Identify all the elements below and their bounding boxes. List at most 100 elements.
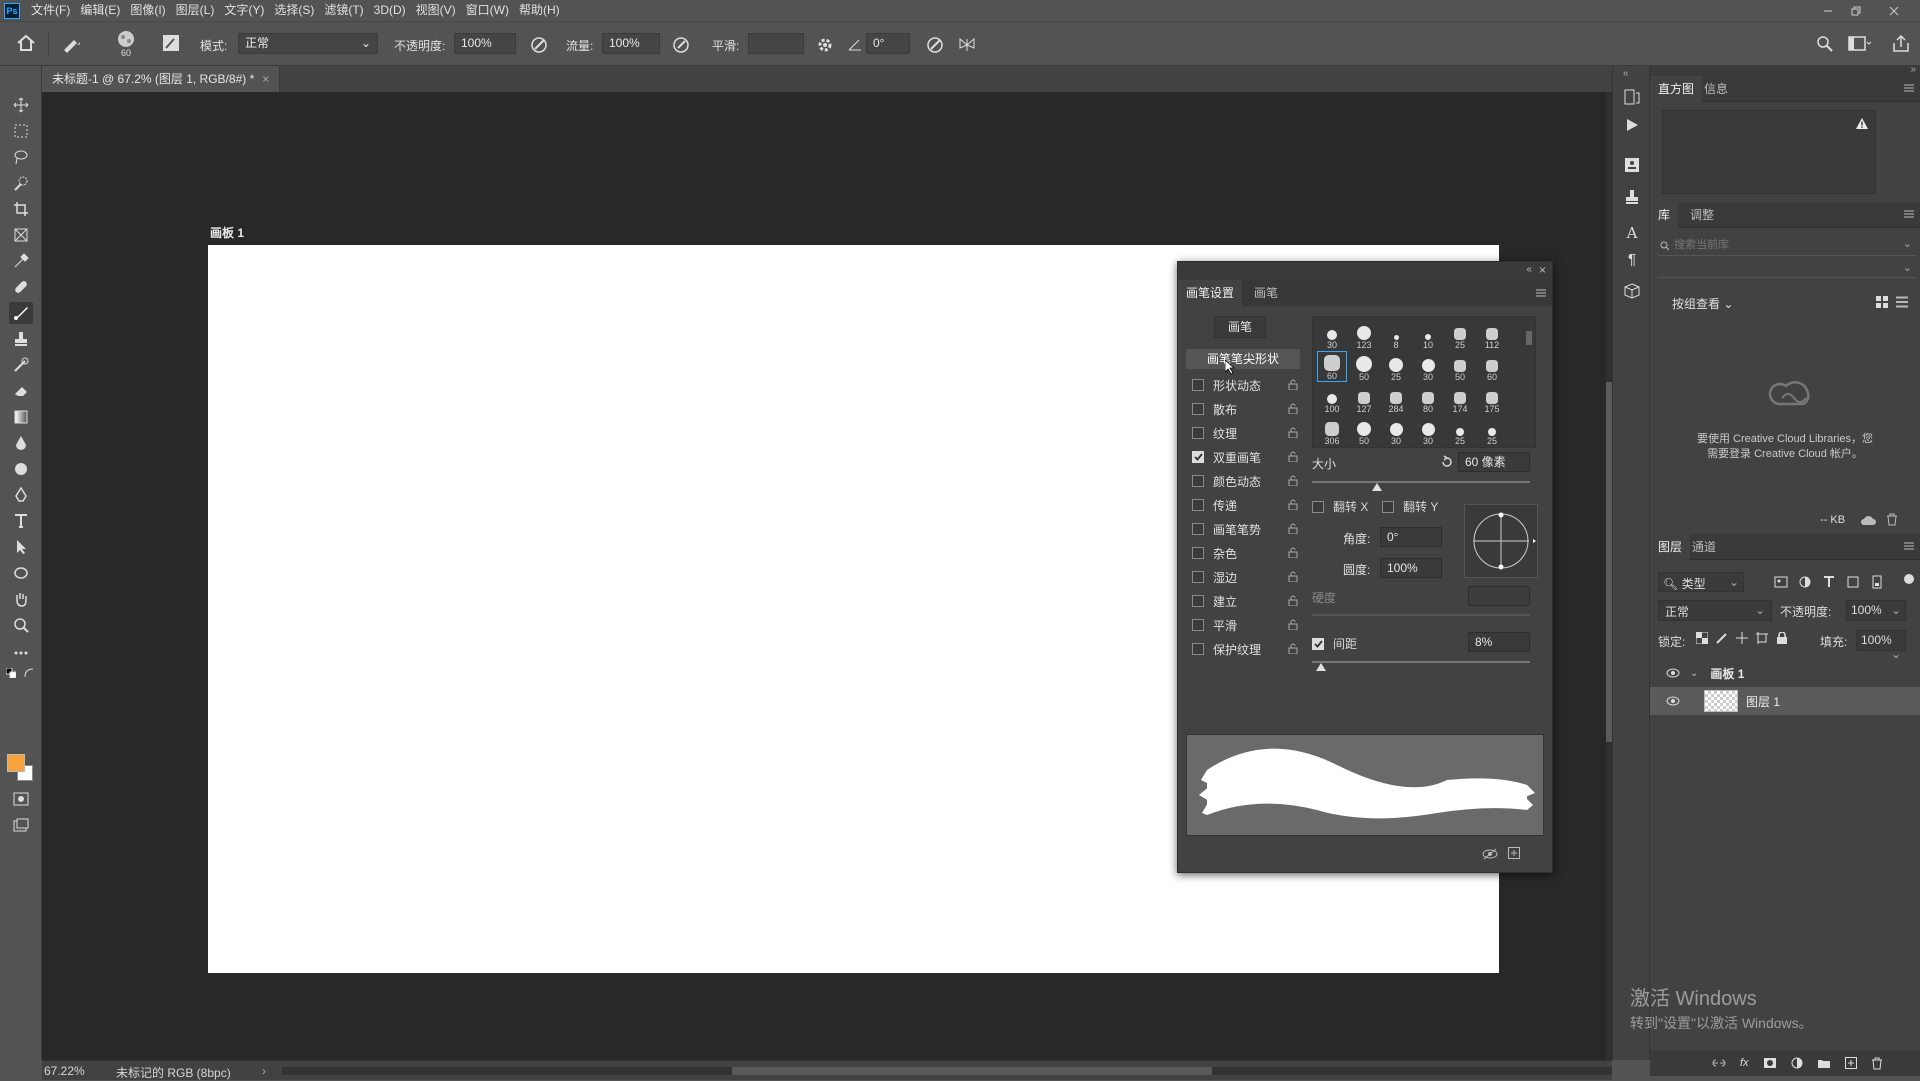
lock-icon[interactable] [1288, 619, 1298, 630]
filter-toggle-icon[interactable] [1904, 574, 1914, 584]
panel-titlebar[interactable]: « × [1178, 262, 1552, 280]
menu-item[interactable]: 文件(F) [26, 0, 75, 21]
collapse-icon[interactable]: « [1526, 264, 1532, 275]
brush-tool-icon[interactable] [9, 302, 33, 324]
blur-tool-icon[interactable] [9, 432, 33, 454]
brush-option-5[interactable]: 传递 [1192, 495, 1237, 515]
tab-libraries[interactable]: 库 [1650, 202, 1679, 228]
link-layers-icon[interactable] [1712, 1058, 1726, 1068]
menu-item[interactable]: 图层(L) [171, 0, 220, 21]
checkbox[interactable] [1192, 619, 1204, 631]
brush-tip-shape-item[interactable]: 画笔笔尖形状 [1186, 349, 1300, 369]
menu-item[interactable]: 帮助(H) [514, 0, 565, 21]
clone-source-icon[interactable] [1621, 186, 1643, 208]
checkbox[interactable] [1192, 523, 1204, 535]
move-tool-icon[interactable] [9, 94, 33, 116]
collapse-dock-icon[interactable]: » [1910, 64, 1916, 75]
brush-tip-cell[interactable]: 175 [1477, 383, 1507, 414]
ellipse-tool-icon[interactable] [9, 562, 33, 584]
spacing-checkbox[interactable]: 间距 [1312, 635, 1357, 652]
brush-angle-input[interactable]: 0° [866, 33, 910, 54]
layer-row-artboard[interactable]: ⌄ 画板 1 [1650, 659, 1920, 687]
checkbox[interactable] [1192, 499, 1204, 511]
brush-option-1[interactable]: 散布 [1192, 399, 1237, 419]
default-colors-icon[interactable] [6, 668, 16, 678]
brush-tip-cell[interactable]: 25 [1477, 415, 1507, 446]
flip-x-checkbox[interactable]: 翻转 X [1312, 498, 1368, 515]
home-icon[interactable] [16, 34, 36, 52]
brush-tip-cell[interactable]: 112 [1477, 319, 1507, 350]
spacing-slider[interactable] [1312, 661, 1530, 663]
new-brush-preset-icon[interactable] [1508, 847, 1520, 859]
hand-tool-icon[interactable] [9, 588, 33, 610]
history-panel-icon[interactable] [1621, 86, 1643, 108]
horizontal-scrollbar[interactable] [282, 1067, 1612, 1075]
menu-item[interactable]: 编辑(E) [75, 0, 125, 21]
document-tab[interactable]: 未标题-1 @ 67.2% (图层 1, RGB/8#) * × [42, 66, 281, 92]
tab-info[interactable]: 信息 [1696, 76, 1736, 102]
brush-option-3[interactable]: 双重画笔 [1192, 447, 1261, 467]
brush-tip-cell[interactable]: 30 [1381, 415, 1411, 446]
lock-position-icon[interactable] [1736, 632, 1748, 644]
spacing-input[interactable]: 8% [1468, 632, 1530, 652]
expand-panels-icon[interactable]: « [1623, 68, 1629, 79]
filter-shape-icon[interactable] [1846, 575, 1860, 589]
minimize-button[interactable] [1814, 0, 1842, 21]
quick-mask-icon[interactable] [9, 788, 33, 810]
pressure-size-icon[interactable] [926, 36, 944, 54]
mode-select[interactable]: 正常 ⌄ [238, 33, 378, 54]
menu-item[interactable]: 窗口(W) [461, 0, 514, 21]
brush-tip-cell[interactable]: 60 [1477, 351, 1507, 382]
checkbox[interactable] [1192, 571, 1204, 583]
zoom-tool-icon[interactable] [9, 614, 33, 636]
tab-histogram[interactable]: 直方图 [1650, 76, 1703, 102]
brush-tip-cell[interactable]: 50 [1349, 415, 1379, 446]
brush-tip-cell[interactable]: 174 [1445, 383, 1475, 414]
smoothing-settings-gear-icon[interactable] [816, 36, 834, 54]
reset-size-icon[interactable] [1440, 455, 1454, 469]
close-tab-icon[interactable]: × [262, 72, 269, 86]
visibility-eye-icon[interactable] [1666, 668, 1680, 678]
checkbox[interactable] [1192, 475, 1204, 487]
lock-icon[interactable] [1288, 427, 1298, 438]
warning-icon[interactable] [1855, 117, 1869, 130]
brush-option-0[interactable]: 形状动态 [1192, 375, 1261, 395]
paragraph-panel-icon[interactable]: ¶ [1621, 248, 1643, 270]
layers-menu-icon[interactable] [1904, 542, 1914, 550]
toggle-brush-panel-icon[interactable] [162, 34, 180, 52]
library-search-field[interactable]: ⌄ [1658, 236, 1916, 256]
close-panel-icon[interactable]: × [1539, 263, 1546, 277]
brush-tip-cell[interactable]: 306 [1317, 415, 1347, 446]
checkbox[interactable] [1192, 451, 1204, 463]
history-brush-tool-icon[interactable] [9, 354, 33, 376]
checkbox[interactable] [1192, 379, 1204, 391]
pen-tool-icon[interactable] [9, 484, 33, 506]
grid-view-icon[interactable] [1876, 296, 1888, 308]
lasso-tool-icon[interactable] [9, 146, 33, 168]
brush-tip-cell[interactable]: 50 [1349, 351, 1379, 382]
brush-tip-cell[interactable]: 284 [1381, 383, 1411, 414]
healing-brush-tool-icon[interactable] [9, 276, 33, 298]
actions-play-icon[interactable] [1621, 114, 1643, 136]
lock-icon[interactable] [1288, 499, 1298, 510]
panel-menu-icon[interactable] [1536, 289, 1546, 297]
roundness-input[interactable]: 100% [1380, 558, 1442, 578]
lock-artboard-icon[interactable] [1756, 632, 1768, 644]
list-view-icon[interactable] [1896, 296, 1908, 308]
spacing-slider-knob[interactable] [1316, 663, 1326, 671]
histogram-menu-icon[interactable] [1904, 84, 1914, 92]
checkbox[interactable] [1192, 427, 1204, 439]
foreground-color-swatch[interactable] [7, 754, 25, 772]
fx-icon[interactable]: fx [1740, 1057, 1749, 1069]
brush-tip-cell[interactable]: 25 [1445, 319, 1475, 350]
brush-option-6[interactable]: 画笔笔势 [1192, 519, 1261, 539]
filter-smart-object-icon[interactable] [1870, 575, 1884, 589]
flow-input[interactable]: 100% [602, 33, 660, 54]
lock-icon[interactable] [1288, 403, 1298, 414]
opacity-input[interactable]: 100% [454, 33, 516, 54]
view-by-group-dropdown[interactable]: 按组查看 ⌄ [1672, 295, 1733, 312]
brush-tool-preset-icon[interactable] [60, 34, 84, 54]
libraries-menu-icon[interactable] [1904, 210, 1914, 218]
layer-filter-kind[interactable]: 🔍︎ 类型 ⌄ [1658, 572, 1744, 592]
share-icon[interactable] [1892, 35, 1910, 53]
